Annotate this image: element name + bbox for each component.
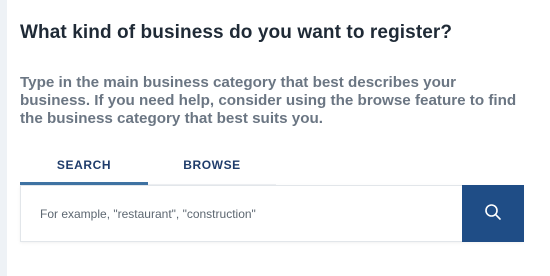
left-edge-strip [0, 0, 7, 276]
page-title: What kind of business do you want to reg… [20, 22, 453, 43]
instructions-text: Type in the main business category that … [20, 74, 517, 127]
search-button[interactable] [462, 185, 524, 242]
tab-search[interactable]: SEARCH [20, 150, 148, 185]
tab-browse[interactable]: BROWSE [148, 150, 276, 185]
search-icon [484, 203, 502, 224]
search-input[interactable] [21, 186, 461, 241]
mode-tabs: SEARCH BROWSE [20, 150, 276, 185]
search-box [20, 185, 524, 242]
